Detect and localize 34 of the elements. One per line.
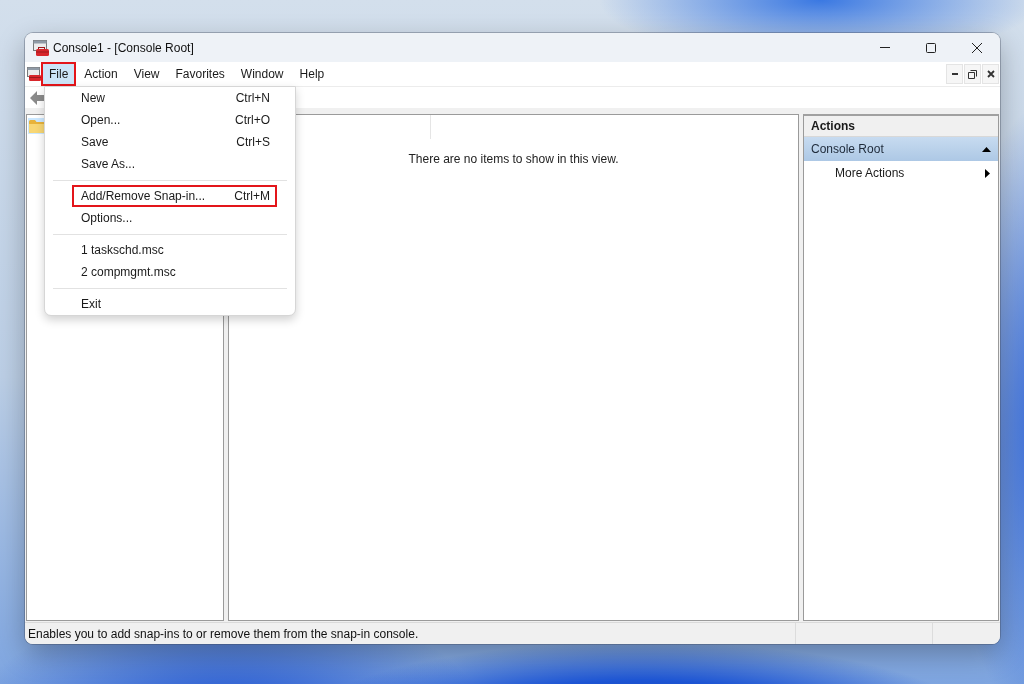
child-close-button[interactable] — [982, 64, 999, 84]
menu-item[interactable]: Add/Remove Snap-in... Ctrl+M — [72, 185, 277, 207]
folder-icon — [29, 119, 45, 133]
maximize-icon — [926, 42, 936, 53]
action-item[interactable]: More Actions — [804, 161, 998, 185]
close-icon — [972, 42, 982, 53]
menu-bar-item[interactable]: View — [125, 62, 168, 86]
section-header[interactable]: Console Root — [804, 137, 998, 161]
app-icon — [33, 39, 49, 56]
actions-header: Actions — [804, 116, 998, 137]
menu-item[interactable]: Save Ctrl+S — [72, 131, 277, 153]
menu-bar-item[interactable]: Action — [76, 62, 126, 86]
menu-item[interactable]: Options... — [72, 207, 277, 229]
minimize-icon — [880, 47, 890, 48]
menu-bar-item[interactable]: File — [41, 62, 77, 86]
restore-icon — [968, 69, 977, 79]
menu-item[interactable]: Exit — [72, 293, 277, 315]
console-icon[interactable] — [27, 67, 41, 81]
menu-bar-item[interactable]: Favorites — [167, 62, 233, 86]
back-arrow-icon — [30, 90, 44, 105]
minimize-icon — [951, 73, 958, 75]
menu-item[interactable]: 2 compmgmt.msc — [72, 261, 277, 283]
close-icon — [986, 70, 995, 78]
status-text: Enables you to add snap-ins to or remove them from the snap-in console. — [28, 626, 419, 641]
menu-item[interactable]: 1 taskschd.msc — [72, 239, 277, 261]
child-restore-button[interactable] — [964, 64, 981, 84]
empty-message: There are no items to show in this view. — [408, 152, 619, 166]
window-title: Console1 - [Console Root] — [53, 40, 194, 55]
menu-bar-item[interactable]: Window — [232, 62, 292, 86]
child-minimize-button[interactable] — [946, 64, 963, 84]
menu-item[interactable]: Save As... — [72, 153, 277, 175]
menu-item[interactable]: Open... Ctrl+O — [72, 109, 277, 131]
menu-item[interactable]: New Ctrl+N — [72, 87, 277, 109]
menu-bar-item[interactable]: Help — [291, 62, 333, 86]
